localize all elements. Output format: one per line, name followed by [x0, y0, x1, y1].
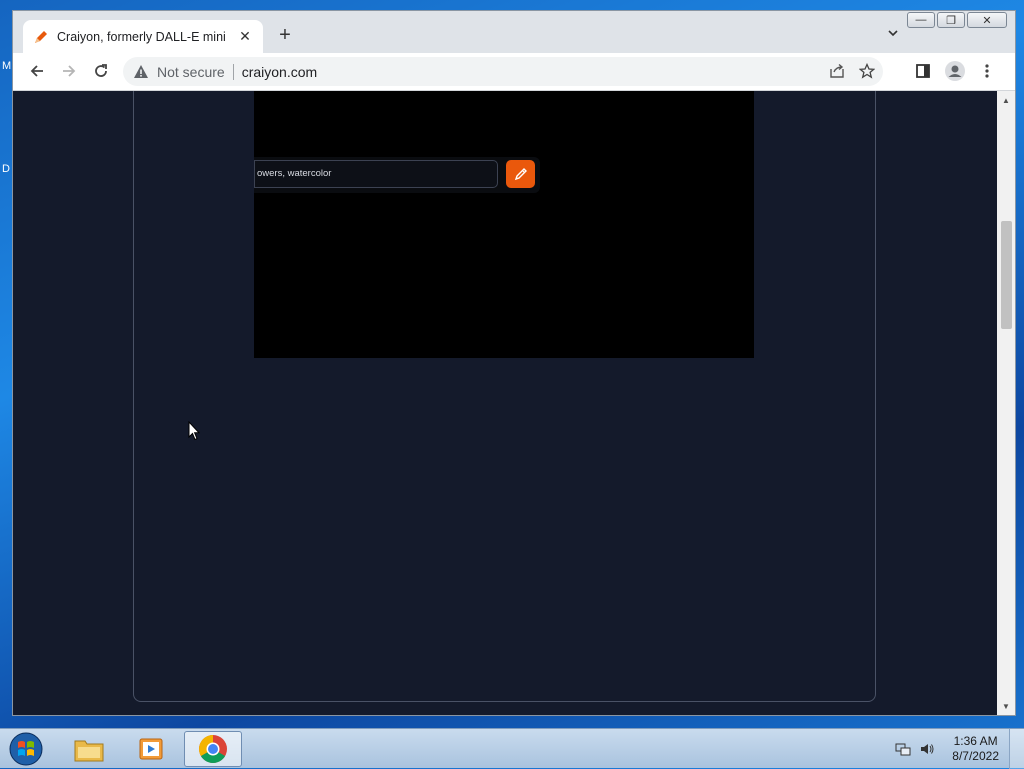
forward-arrow-icon — [63, 65, 76, 77]
clock-date: 8/7/2022 — [952, 749, 999, 763]
page-viewport[interactable]: owers, watercolor — [13, 91, 997, 715]
taskbar-clock[interactable]: 1:36 AM 8/7/2022 — [952, 734, 999, 764]
start-button[interactable] — [6, 729, 46, 769]
bookmark-star-icon[interactable] — [859, 63, 875, 79]
system-tray: 1:36 AM 8/7/2022 — [894, 729, 1024, 769]
tab-title: Craiyon, formerly DALL-E mini — [57, 29, 226, 44]
kebab-menu-icon — [985, 64, 989, 78]
profile-avatar-icon — [945, 61, 965, 81]
demo-video[interactable]: owers, watercolor — [254, 91, 754, 358]
browser-toolbar: Not secure craiyon.com — [13, 53, 1015, 91]
tab-strip: Craiyon, formerly DALL-E mini ✕ + — [13, 11, 1015, 53]
address-bar[interactable]: Not secure craiyon.com — [123, 57, 883, 86]
media-player-icon — [139, 738, 163, 760]
crayon-icon — [35, 30, 47, 43]
show-desktop-button[interactable] — [1009, 729, 1024, 769]
scroll-down-arrow-icon[interactable]: ▼ — [997, 699, 1015, 713]
taskbar-file-explorer[interactable] — [60, 731, 118, 767]
vertical-scrollbar[interactable]: ▲ ▼ — [997, 91, 1015, 715]
chrome-icon — [199, 735, 227, 763]
reload-icon — [95, 64, 107, 77]
taskbar-chrome[interactable] — [184, 731, 242, 767]
desktop-icon-label-m: M — [2, 60, 12, 72]
desktop-icon-label-d: D — [2, 163, 10, 175]
tab-craiyon[interactable]: Craiyon, formerly DALL-E mini ✕ — [23, 20, 263, 53]
new-tab-button[interactable]: + — [275, 24, 295, 47]
mouse-cursor-icon — [188, 421, 200, 441]
video-prompt-input: owers, watercolor — [254, 160, 498, 188]
address-divider — [232, 63, 234, 80]
reload-button[interactable] — [91, 61, 111, 81]
url-text[interactable]: craiyon.com — [242, 64, 317, 80]
network-icon[interactable] — [894, 740, 912, 758]
clock-time: 1:36 AM — [953, 734, 998, 748]
windows-start-icon — [9, 732, 43, 766]
forward-button[interactable] — [59, 61, 79, 81]
scroll-up-arrow-icon[interactable]: ▲ — [997, 93, 1015, 107]
pencil-icon — [514, 168, 527, 181]
side-panel-icon — [916, 64, 930, 78]
browser-window: — ❐ ✕ Craiyon, formerly DALL-E mini ✕ + — [12, 10, 1016, 716]
scroll-thumb[interactable] — [1001, 221, 1012, 329]
volume-icon[interactable] — [918, 740, 936, 758]
address-actions — [829, 63, 875, 79]
side-panel-button[interactable] — [913, 61, 933, 81]
video-prompt-bar: owers, watercolor — [254, 157, 540, 193]
back-button[interactable] — [27, 61, 47, 81]
menu-button[interactable] — [977, 61, 997, 81]
share-icon[interactable] — [829, 63, 845, 79]
profile-button[interactable] — [945, 61, 965, 81]
tab-search-chevron-icon[interactable] — [887, 27, 899, 39]
back-arrow-icon — [30, 65, 43, 77]
video-draw-button — [506, 160, 535, 188]
tab-close-icon[interactable]: ✕ — [237, 28, 253, 45]
folder-icon — [74, 740, 104, 762]
security-label[interactable]: Not secure — [157, 64, 225, 80]
taskbar-media-player[interactable] — [122, 731, 180, 767]
taskbar: 1:36 AM 8/7/2022 — [0, 728, 1024, 769]
warning-icon — [134, 64, 148, 78]
